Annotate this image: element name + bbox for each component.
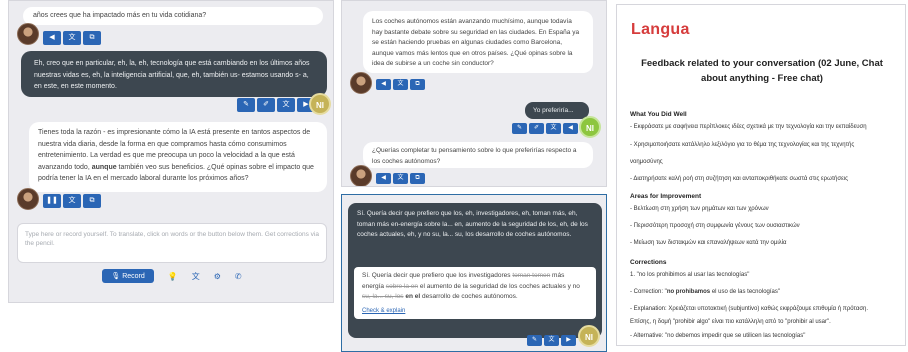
user-message-text: Sí. Quería decir que prefiero que los, e… (357, 210, 588, 238)
correction-alternative: - Alternative: "no debemos impedir que s… (630, 333, 806, 339)
feedback-panel: Langua Feedback related to your conversa… (616, 4, 906, 346)
pencil-icon[interactable]: ✎ (527, 335, 542, 346)
section-heading-well: What You Did Well (630, 111, 687, 118)
user-message-actions: ✎ ✐ 文 ▶ (237, 98, 315, 112)
correction-explanation: Επίσης, η δομή "prohibir algo" είναι πιο… (630, 319, 831, 325)
translate-icon[interactable]: 文 (63, 31, 81, 45)
pause-icon[interactable]: ❚❚ (43, 194, 61, 208)
section-heading-corrections: Corrections (630, 259, 667, 266)
input-toolbar: 🎙 Record 💡 文 ⚙ ✆ (9, 269, 333, 283)
feedback-item: - Βελτίωση στη χρήση των ρημάτων και των… (630, 206, 769, 212)
user-avatar: NI (309, 93, 331, 115)
user-message-actions: ✎ 文 ▶ (527, 335, 576, 346)
feedback-item: - Χρησιμοποιήσατε κατάλληλο λεξιλόγιο γι… (630, 142, 855, 148)
translate-icon[interactable]: 文 (63, 194, 81, 208)
correction-prefix: - Correction: " (630, 289, 667, 295)
translate-icon[interactable]: 文 (393, 173, 408, 184)
phone-icon[interactable]: ✆ (235, 272, 242, 281)
copy-icon[interactable]: ⧉ (83, 194, 101, 208)
translate-icon[interactable]: 文 (544, 335, 559, 346)
input-placeholder: Type here or record yourself. To transla… (25, 231, 319, 247)
bot-message-text: ¿Querías completar tu pensamiento sobre … (372, 147, 577, 165)
feedback-item: - Διατηρήσατε καλή ροή στη συζήτηση και … (630, 176, 848, 182)
bot-message: Los coches autónomos están avanzando muc… (363, 11, 593, 73)
record-button[interactable]: 🎙 Record (102, 269, 154, 283)
feedback-item: - Μείωση των διστακμών και επαναλήψεων κ… (630, 240, 787, 246)
correction-fixed: - Correction: "no prohibamos el uso de l… (630, 287, 904, 299)
user-avatar: NI (579, 116, 601, 138)
feedback-item: - Εκφράσατε με σαφήνεια περίπλοκες ιδέες… (630, 124, 867, 130)
record-label: Record (122, 273, 145, 280)
tutor-avatar (350, 165, 372, 186)
message-actions: ◀ 文 ⧉ (376, 173, 425, 184)
user-message: Yo preferiría... (525, 102, 589, 119)
feedback-title: Feedback related to your conversation (0… (641, 58, 883, 84)
copy-icon[interactable]: ⧉ (410, 173, 425, 184)
message-actions: ◀ 文 ⧉ (43, 31, 101, 45)
removed-text: sobre la en (385, 282, 419, 290)
user-message-text: Yo preferiría... (533, 107, 574, 114)
corrected-text: Sí. Quería decir que prefiero que los in… (362, 272, 513, 279)
corrected-text: desarrollo de coches autónomos. (420, 293, 518, 300)
chat-excerpt-panel: Los coches autónomos están avanzando muc… (341, 0, 607, 187)
section-heading-improve: Areas for Improvement (630, 193, 702, 200)
feedback-item: - Περισσότερη προσοχή στη συμφωνία γένου… (630, 223, 800, 229)
volume-icon[interactable]: ◀ (376, 173, 391, 184)
correction-original: 1. "no los prohibimos al usar las tecnol… (630, 272, 750, 278)
translate-icon[interactable]: 文 (546, 123, 561, 134)
langua-logo: Langua (631, 21, 690, 38)
volume-icon[interactable]: ◀ (43, 31, 61, 45)
translate-icon[interactable]: 文 (277, 98, 295, 112)
mic-icon: 🎙 (111, 273, 121, 280)
user-message: Eh, creo que en particular, eh, la, eh, … (21, 51, 327, 97)
tutor-avatar (17, 23, 39, 45)
copy-icon[interactable]: ⧉ (410, 79, 425, 90)
volume-icon[interactable]: ◀ (376, 79, 391, 90)
correction-explanation: - Explanation: Χρειάζεται υποτακτική (su… (630, 306, 869, 312)
user-avatar: NI (578, 325, 600, 347)
message-actions: ❚❚ 文 ⧉ (43, 194, 101, 208)
corrected-text: el aumento de la seguridad de los coches… (418, 282, 580, 290)
translate-icon[interactable]: 文 (393, 79, 408, 90)
bot-message: años crees que ha impactado más en tu vi… (23, 7, 323, 25)
volume-icon[interactable]: ◀ (563, 123, 578, 134)
bot-message-text: Los coches autónomos están avanzando muc… (372, 18, 580, 67)
play-icon[interactable]: ▶ (561, 335, 576, 346)
gear-icon[interactable]: ⚙ (214, 272, 221, 281)
tutor-avatar (17, 188, 39, 210)
highlighted-word[interactable]: aunque (92, 164, 117, 171)
correction-bold: no prohibamos (666, 289, 711, 295)
message-actions: ◀ 文 ⧉ (376, 79, 425, 90)
bot-message: ¿Querías completar tu pensamiento sobre … (363, 142, 593, 168)
user-message-text: Eh, creo que en particular, eh, la, eh, … (34, 60, 310, 90)
user-message-actions: ✎ ✐ 文 ◀ (512, 123, 578, 134)
bot-message-text: años crees que ha impactado más en tu vi… (33, 12, 207, 19)
correction-panel: Sí. Quería decir que prefiero que los, e… (341, 194, 607, 352)
removed-text: toman tomen (512, 272, 551, 279)
translate-icon[interactable]: 文 (192, 271, 200, 282)
check-explain-link[interactable]: Check & explain (362, 308, 405, 314)
main-chat-panel: años crees que ha impactado más en tu vi… (8, 0, 334, 303)
pencil-icon[interactable]: ✎ (512, 123, 527, 134)
pencil-icon[interactable]: ✐ (257, 98, 275, 112)
message-input[interactable]: Type here or record yourself. To transla… (17, 223, 327, 263)
added-text: en el (405, 293, 421, 300)
pencil-icon[interactable]: ✎ (237, 98, 255, 112)
tutor-avatar (350, 72, 372, 94)
correction-suffix: el uso de las tecnologías" (710, 289, 780, 295)
removed-text: su, la... su, los (362, 293, 404, 300)
pencil-icon[interactable]: ✐ (529, 123, 544, 134)
bot-message: Tienes toda la razón - es impresionante … (29, 122, 327, 192)
feedback-item: νοημοσύνης (630, 159, 663, 165)
lightbulb-icon[interactable]: 💡 (168, 272, 178, 281)
copy-icon[interactable]: ⧉ (83, 31, 101, 45)
